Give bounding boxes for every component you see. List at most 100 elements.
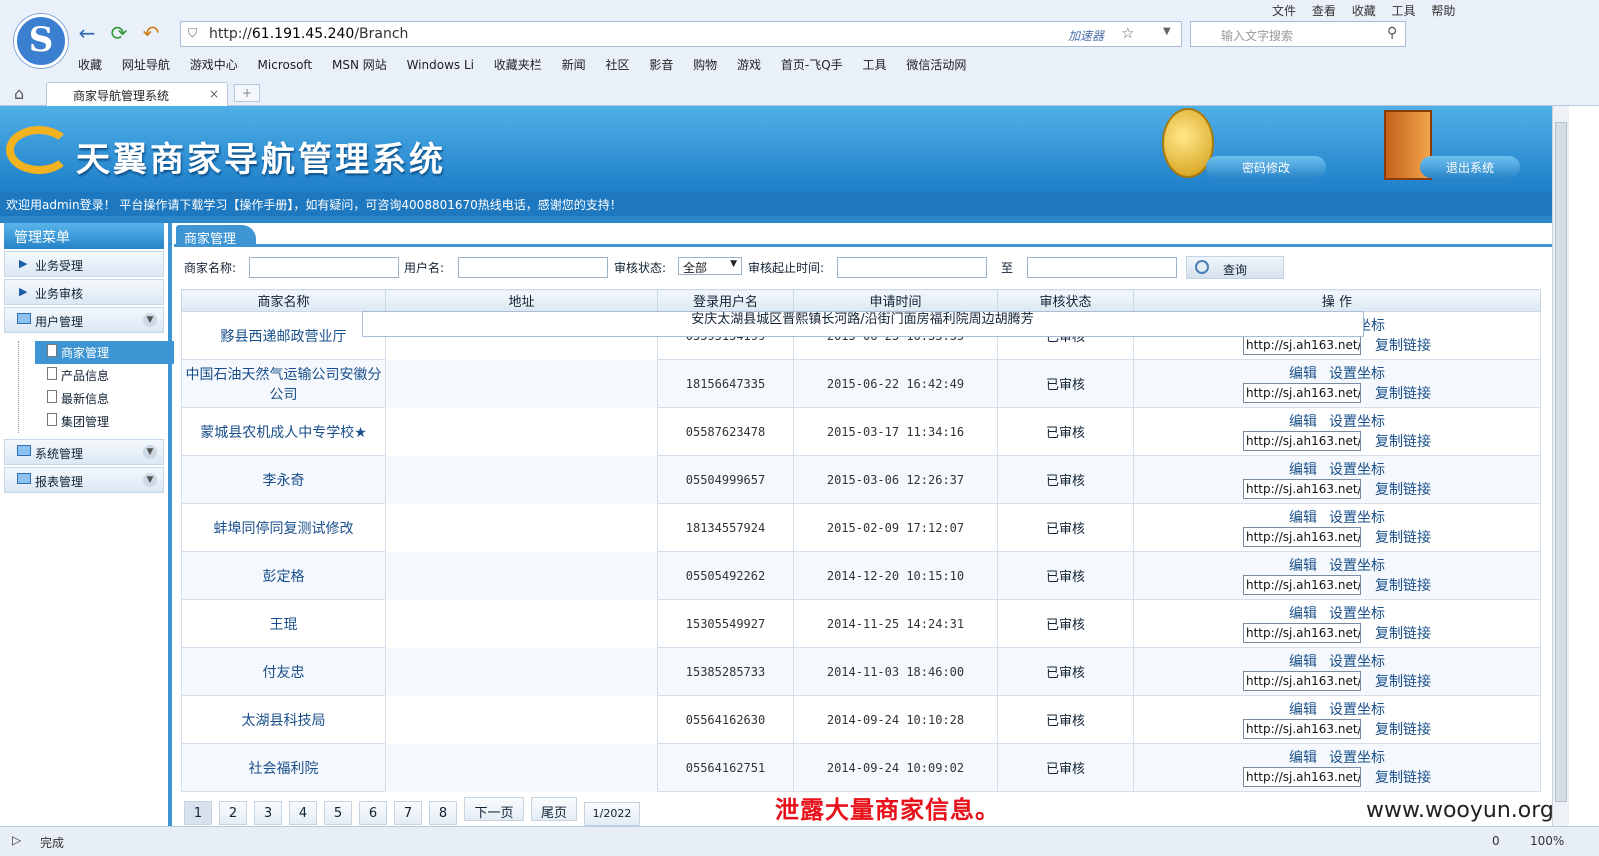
copy-link-button[interactable]: 复制链接 bbox=[1375, 482, 1431, 498]
fav-item[interactable]: 游戏中心 bbox=[190, 58, 238, 72]
copy-link-button[interactable]: 复制链接 bbox=[1375, 434, 1431, 450]
copy-link-button[interactable]: 复制链接 bbox=[1375, 578, 1431, 594]
start-time-input[interactable] bbox=[837, 257, 987, 278]
fav-item[interactable]: 收藏夹栏 bbox=[494, 58, 542, 72]
scrollbar-thumb[interactable] bbox=[1555, 122, 1567, 802]
set-coordinates-link[interactable]: 设置坐标 bbox=[1329, 366, 1385, 382]
set-coordinates-link[interactable]: 设置坐标 bbox=[1329, 750, 1385, 766]
page-button[interactable]: 4 bbox=[289, 801, 317, 825]
sidebar-item-report-management[interactable]: 报表管理 ▼ bbox=[4, 467, 164, 493]
end-time-input[interactable] bbox=[1027, 257, 1177, 278]
link-field[interactable]: http://sj.ah163.net/M?i=20216 bbox=[1243, 574, 1361, 595]
copy-link-button[interactable]: 复制链接 bbox=[1375, 386, 1431, 402]
edit-link[interactable]: 编辑 bbox=[1289, 558, 1317, 574]
tab-merchant-management[interactable]: 商家管理 bbox=[176, 225, 256, 247]
copy-link-button[interactable]: 复制链接 bbox=[1375, 770, 1431, 786]
edit-link[interactable]: 编辑 bbox=[1289, 414, 1317, 430]
refresh-icon[interactable]: ⟳ bbox=[108, 22, 130, 44]
set-coordinates-link[interactable]: 设置坐标 bbox=[1329, 654, 1385, 670]
fav-item[interactable]: MSN 网站 bbox=[332, 58, 387, 72]
set-coordinates-link[interactable]: 设置坐标 bbox=[1329, 558, 1385, 574]
sidebar-item-user-management[interactable]: 用户管理 ▼ bbox=[4, 307, 164, 333]
page-button[interactable]: 8 bbox=[429, 801, 457, 825]
copy-link-button[interactable]: 复制链接 bbox=[1375, 530, 1431, 546]
fav-item[interactable]: 游戏 bbox=[737, 58, 761, 72]
address-bar[interactable]: ⛉ http://61.191.45.240/Branch 加速器 ☆ ▼ bbox=[180, 21, 1182, 47]
fav-item[interactable]: 首页-飞Q手 bbox=[781, 58, 843, 72]
search-input[interactable]: 输入文字搜索 ⚲ bbox=[1190, 21, 1406, 47]
page-button[interactable]: 3 bbox=[254, 801, 282, 825]
link-field[interactable]: http://sj.ah163.net/M?i=20221 bbox=[1243, 334, 1361, 355]
link-field[interactable]: http://sj.ah163.net/M?i=20220 bbox=[1243, 382, 1361, 403]
sidebar-item-latest-info[interactable]: 最新信息 bbox=[35, 387, 164, 410]
menu-tools[interactable]: 工具 bbox=[1392, 4, 1416, 18]
star-icon[interactable]: ☆ bbox=[1121, 24, 1134, 42]
close-icon[interactable]: × bbox=[209, 87, 219, 101]
status-select[interactable]: 全部 ▼ bbox=[678, 257, 742, 275]
back-icon[interactable]: ← bbox=[76, 22, 98, 44]
edit-link[interactable]: 编辑 bbox=[1289, 366, 1317, 382]
copy-link-button[interactable]: 复制链接 bbox=[1375, 722, 1431, 738]
fav-item[interactable]: 影音 bbox=[649, 58, 673, 72]
panel-icon[interactable]: ▷ bbox=[12, 833, 21, 847]
sidebar-item-business-accept[interactable]: ▶ 业务受理 bbox=[4, 251, 164, 277]
link-field[interactable]: http://sj.ah163.net/M?i=20218 bbox=[1243, 478, 1361, 499]
change-password-button[interactable]: 密码修改 bbox=[1206, 156, 1326, 178]
edit-link[interactable]: 编辑 bbox=[1289, 702, 1317, 718]
fav-item[interactable]: 购物 bbox=[693, 58, 717, 72]
edit-link[interactable]: 编辑 bbox=[1289, 606, 1317, 622]
scrollbar[interactable] bbox=[1552, 106, 1569, 826]
link-field[interactable]: http://sj.ah163.net/M?i=20214 bbox=[1243, 670, 1361, 691]
edit-link[interactable]: 编辑 bbox=[1289, 654, 1317, 670]
chevron-down-icon[interactable]: ▼ bbox=[143, 445, 157, 459]
next-page-button[interactable]: 下一页 bbox=[464, 797, 524, 821]
link-field[interactable]: http://sj.ah163.net/M?i=20217 bbox=[1243, 526, 1361, 547]
edit-link[interactable]: 编辑 bbox=[1289, 750, 1317, 766]
link-field[interactable]: http://sj.ah163.net/M?i=20215 bbox=[1243, 622, 1361, 643]
copy-link-button[interactable]: 复制链接 bbox=[1375, 626, 1431, 642]
page-button[interactable]: 1 bbox=[184, 801, 212, 825]
fav-item[interactable]: 新闻 bbox=[562, 58, 586, 72]
menu-file[interactable]: 文件 bbox=[1272, 4, 1296, 18]
set-coordinates-link[interactable]: 设置坐标 bbox=[1329, 510, 1385, 526]
fav-item[interactable]: Windows Li bbox=[407, 58, 474, 72]
new-tab-button[interactable]: + bbox=[234, 84, 260, 102]
chevron-down-icon[interactable]: ▼ bbox=[143, 313, 157, 327]
set-coordinates-link[interactable]: 设置坐标 bbox=[1329, 702, 1385, 718]
fav-item[interactable]: 工具 bbox=[862, 58, 886, 72]
edit-link[interactable]: 编辑 bbox=[1289, 462, 1317, 478]
search-icon[interactable]: ⚲ bbox=[1387, 25, 1397, 41]
page-button[interactable]: 6 bbox=[359, 801, 387, 825]
edit-link[interactable]: 编辑 bbox=[1289, 510, 1317, 526]
page-button[interactable]: 2 bbox=[219, 801, 247, 825]
fav-item[interactable]: Microsoft bbox=[258, 58, 313, 72]
copy-link-button[interactable]: 复制链接 bbox=[1375, 338, 1431, 354]
accelerator-label[interactable]: 加速器 bbox=[1068, 27, 1104, 44]
browser-tab[interactable]: 商家导航管理系统 × bbox=[46, 82, 228, 106]
link-field[interactable]: http://sj.ah163.net/M?i=20219 bbox=[1243, 430, 1361, 451]
zoom-level[interactable]: 100% bbox=[1530, 834, 1564, 848]
sidebar-item-merchant-management[interactable]: 商家管理 bbox=[35, 341, 181, 364]
undo-icon[interactable]: ↶ bbox=[140, 22, 162, 44]
dropdown-icon[interactable]: ▼ bbox=[1163, 26, 1171, 37]
sidebar-item-system-management[interactable]: 系统管理 ▼ bbox=[4, 439, 164, 465]
logout-button[interactable]: 退出系统 bbox=[1420, 156, 1520, 178]
set-coordinates-link[interactable]: 设置坐标 bbox=[1329, 414, 1385, 430]
copy-link-button[interactable]: 复制链接 bbox=[1375, 674, 1431, 690]
link-field[interactable]: http://sj.ah163.net/M?i=20212 bbox=[1243, 766, 1361, 787]
merchant-name-input[interactable] bbox=[249, 257, 399, 278]
home-icon[interactable]: ⌂ bbox=[14, 84, 24, 103]
set-coordinates-link[interactable]: 设置坐标 bbox=[1329, 606, 1385, 622]
fav-item[interactable]: 微信活动网 bbox=[906, 58, 966, 72]
link-field[interactable]: http://sj.ah163.net/M?i=20213 bbox=[1243, 718, 1361, 739]
menu-help[interactable]: 帮助 bbox=[1431, 4, 1455, 18]
sidebar-item-business-review[interactable]: ▶ 业务审核 bbox=[4, 279, 164, 305]
last-page-button[interactable]: 尾页 bbox=[531, 797, 577, 821]
page-button[interactable]: 7 bbox=[394, 801, 422, 825]
sidebar-item-product-info[interactable]: 产品信息 bbox=[35, 364, 164, 387]
menu-view[interactable]: 查看 bbox=[1312, 4, 1336, 18]
fav-item[interactable]: 社区 bbox=[605, 58, 629, 72]
fav-item[interactable]: 网址导航 bbox=[122, 58, 170, 72]
page-button[interactable]: 5 bbox=[324, 801, 352, 825]
query-button[interactable]: 查询 bbox=[1186, 256, 1284, 279]
